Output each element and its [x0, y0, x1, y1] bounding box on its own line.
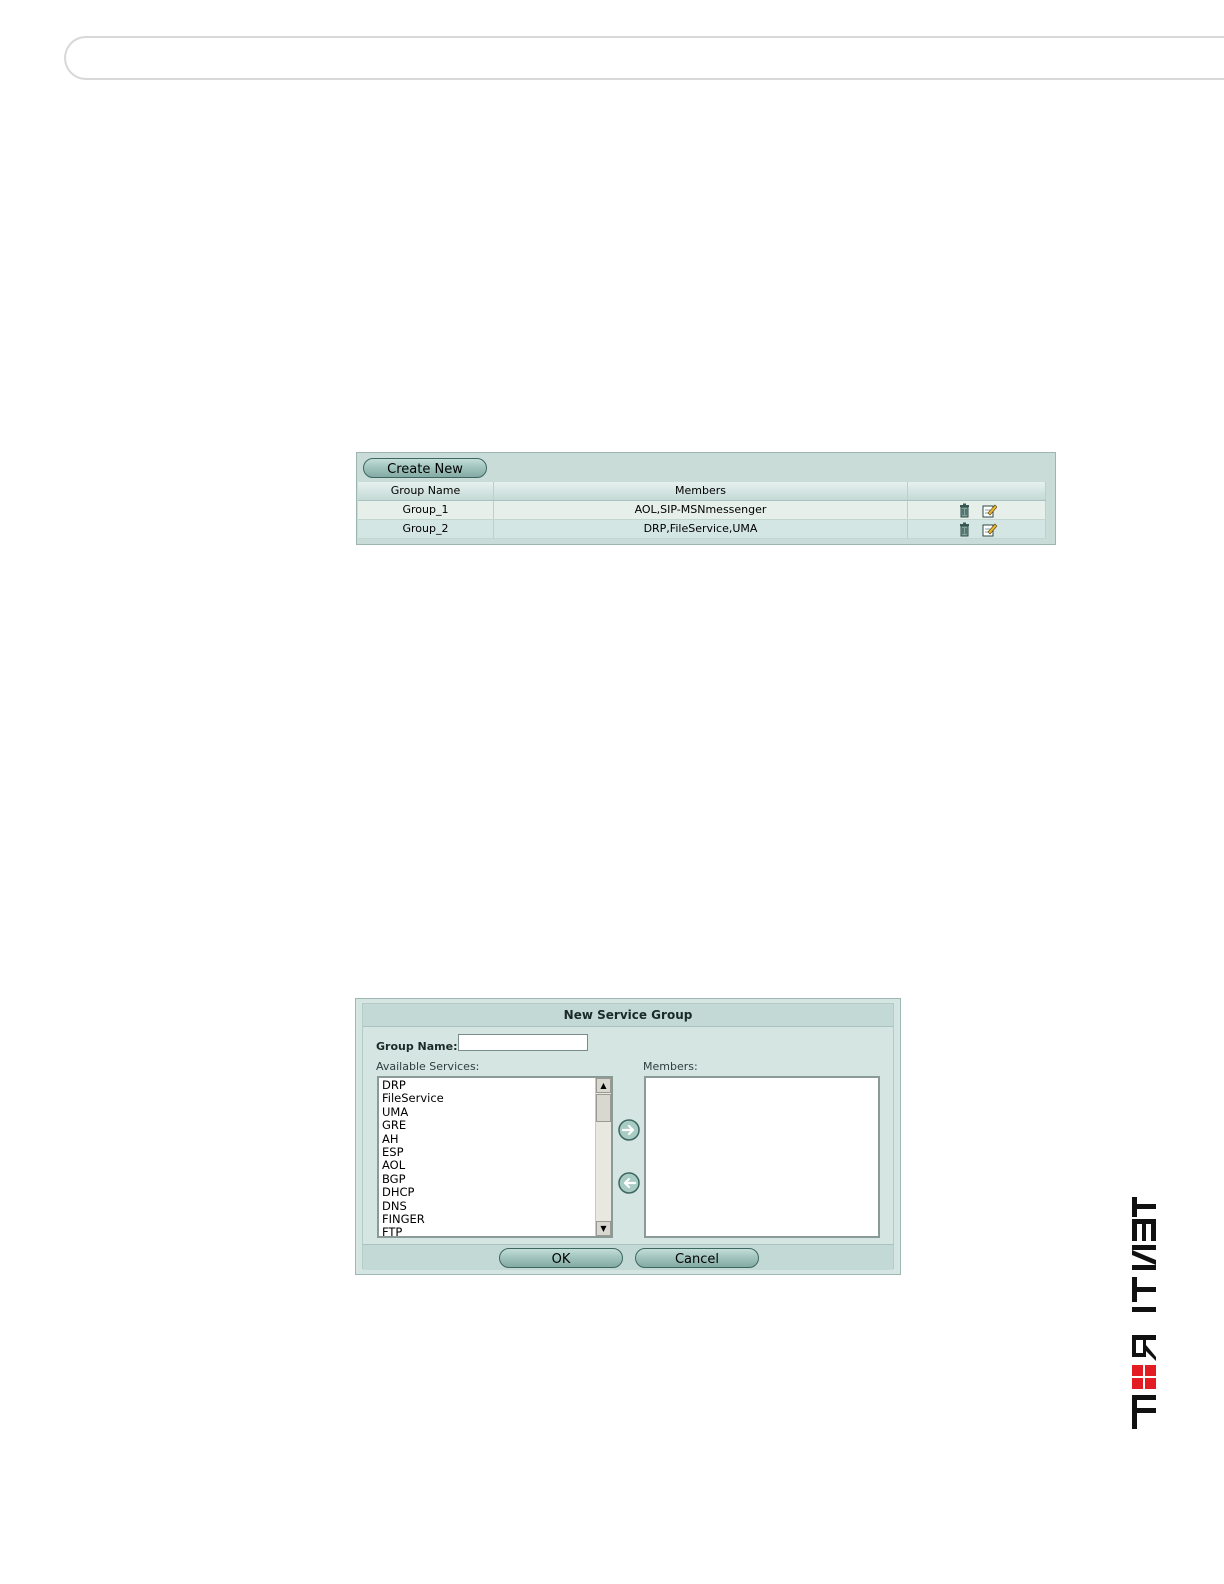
table-row: Group_1 AOL,SIP-MSNmessenger	[358, 501, 1046, 520]
dialog-footer: OK Cancel	[363, 1244, 893, 1270]
members-label: Members:	[643, 1060, 698, 1073]
cancel-button[interactable]: Cancel	[635, 1248, 759, 1268]
group-name-label: Group Name:	[376, 1040, 458, 1053]
ok-button[interactable]: OK	[499, 1248, 623, 1268]
fortinet-logo	[1120, 1195, 1170, 1431]
list-item[interactable]: FileService	[382, 1091, 611, 1105]
group-name-cell: Group_2	[358, 520, 494, 538]
group-name-input[interactable]	[458, 1034, 588, 1051]
page-header-bar	[64, 36, 1224, 80]
scroll-down-arrow-icon[interactable]: ▼	[596, 1221, 611, 1236]
table-header-row: Group Name Members	[358, 482, 1046, 501]
list-item[interactable]: UMA	[382, 1105, 611, 1119]
new-service-group-dialog: New Service Group Group Name: Available …	[355, 998, 901, 1275]
dialog-body: New Service Group Group Name: Available …	[362, 1003, 894, 1270]
row-actions	[908, 501, 1046, 519]
dialog-title: New Service Group	[363, 1004, 893, 1027]
service-group-table: Group Name Members Group_1 AOL,SIP-MSNme…	[358, 482, 1046, 539]
trash-icon[interactable]	[957, 503, 972, 518]
list-item[interactable]: DNS	[382, 1199, 611, 1213]
column-header-actions	[908, 482, 1046, 500]
scroll-up-arrow-icon[interactable]: ▲	[596, 1078, 611, 1093]
create-new-button[interactable]: Create New	[363, 458, 487, 478]
list-item[interactable]: DHCP	[382, 1185, 611, 1199]
service-group-list-panel: Create New Group Name Members Group_1 AO…	[356, 452, 1056, 545]
arrow-left-icon[interactable]	[617, 1171, 641, 1195]
row-actions	[908, 520, 1046, 538]
group-members-cell: DRP,FileService,UMA	[494, 520, 908, 538]
list-item[interactable]: BGP	[382, 1172, 611, 1186]
members-list[interactable]	[644, 1076, 880, 1238]
arrow-right-icon[interactable]	[617, 1118, 641, 1142]
available-services-list[interactable]: DRP FileService UMA GRE AH ESP AOL BGP D…	[377, 1076, 613, 1238]
list-item[interactable]: GRE	[382, 1118, 611, 1132]
edit-icon[interactable]	[982, 503, 997, 518]
table-row: Group_2 DRP,FileService,UMA	[358, 520, 1046, 539]
list-item[interactable]: AH	[382, 1132, 611, 1146]
column-header-members: Members	[494, 482, 908, 500]
group-name-cell: Group_1	[358, 501, 494, 519]
group-members-cell: AOL,SIP-MSNmessenger	[494, 501, 908, 519]
list-item[interactable]: DRP	[382, 1078, 611, 1092]
list-item[interactable]: ESP	[382, 1145, 611, 1159]
list-item[interactable]: AOL	[382, 1159, 611, 1173]
list-item[interactable]: FINGER	[382, 1212, 611, 1226]
list-scrollbar[interactable]: ▲ ▼	[595, 1078, 611, 1236]
list-item[interactable]: FTP	[382, 1226, 611, 1236]
available-services-label: Available Services:	[376, 1060, 480, 1073]
scroll-thumb[interactable]	[596, 1094, 611, 1122]
edit-icon[interactable]	[982, 522, 997, 537]
column-header-group-name: Group Name	[358, 482, 494, 500]
trash-icon[interactable]	[957, 522, 972, 537]
